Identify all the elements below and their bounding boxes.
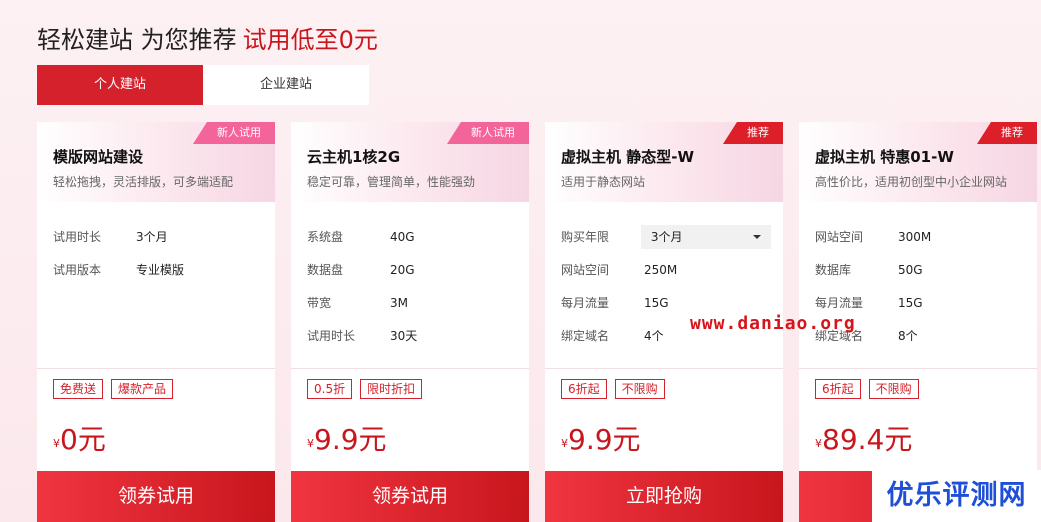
card-header: 新人试用 云主机1核2G 稳定可靠，管理简单，性能强劲 [291, 122, 529, 202]
currency-symbol: ¥ [53, 437, 60, 450]
tag-list: 6折起 不限购 [561, 379, 665, 399]
card-divider [37, 368, 275, 369]
tab-enterprise-site[interactable]: 企业建站 [203, 65, 369, 105]
price-value: 0元 [60, 423, 106, 456]
spec-label: 试用版本 [53, 263, 102, 277]
card-title: 虚拟主机 特惠01-W [815, 148, 954, 166]
product-card-template-site: 新人试用 模版网站建设 轻松拖拽，灵活排版，可多端适配 试用时长 3个月 试用版… [37, 122, 275, 522]
spec-label: 系统盘 [307, 230, 344, 244]
spec-row: 网站空间 300M [815, 220, 1025, 253]
spec-value: 15G [644, 295, 669, 310]
spec-label: 购买年限 [561, 230, 610, 244]
card-title: 模版网站建设 [53, 148, 144, 166]
spec-value: 3M [390, 295, 408, 310]
buy-now-button[interactable]: 立即抢购 [545, 471, 783, 522]
promo-tag: 不限购 [614, 379, 665, 399]
card-title: 虚拟主机 静态型-W [561, 148, 694, 166]
spec-label: 数据库 [815, 263, 852, 277]
corner-badge: 新人试用 [447, 122, 529, 144]
card-description: 高性价比，适用初创型中小企业网站 [815, 175, 1008, 189]
spec-value: 50G [898, 262, 923, 277]
tag-list: 0.5折 限时折扣 [307, 379, 423, 399]
headline-main: 轻松建站 为您推荐 [37, 26, 237, 54]
spec-value: 300M [898, 229, 932, 244]
tag-list: 6折起 不限购 [815, 379, 919, 399]
card-description: 轻松拖拽，灵活排版，可多端适配 [53, 175, 234, 189]
headline-highlight: 试用低至0元 [242, 26, 378, 54]
spec-value: 专业模版 [136, 263, 185, 277]
corner-badge: 推荐 [977, 122, 1037, 144]
promo-tag: 不限购 [868, 379, 919, 399]
promo-tag: 6折起 [815, 379, 861, 399]
page-headline: 轻松建站 为您推荐 试用低至0元 [37, 20, 378, 55]
spec-label: 试用时长 [53, 230, 102, 244]
spec-row: 数据库 50G [815, 253, 1025, 286]
price-value: 9.9元 [314, 423, 387, 456]
spec-list: 试用时长 3个月 试用版本 专业模版 [53, 220, 263, 286]
spec-label: 每月流量 [561, 296, 610, 310]
card-header: 推荐 虚拟主机 静态型-W 适用于静态网站 [545, 122, 783, 202]
card-description: 稳定可靠，管理简单，性能强劲 [307, 175, 476, 189]
spec-row: 试用时长 3个月 [53, 220, 263, 253]
claim-trial-button[interactable]: 领券试用 [37, 471, 275, 522]
corner-badge: 新人试用 [193, 122, 275, 144]
price-value: 9.9元 [568, 423, 641, 456]
spec-value: 4个 [644, 329, 664, 343]
spec-label: 数据盘 [307, 263, 344, 277]
spec-value: 3个月 [136, 230, 168, 244]
spec-label: 绑定域名 [561, 329, 610, 343]
spec-row: 购买年限 3个月 [561, 220, 771, 253]
select-value: 3个月 [650, 230, 683, 244]
spec-value: 15G [898, 295, 923, 310]
card-header: 新人试用 模版网站建设 轻松拖拽，灵活排版，可多端适配 [37, 122, 275, 202]
spec-label: 试用时长 [307, 329, 356, 343]
price: ¥0元 [53, 418, 106, 458]
currency-symbol: ¥ [815, 437, 822, 450]
currency-symbol: ¥ [561, 437, 568, 450]
spec-value: 40G [390, 229, 415, 244]
tab-bar: 个人建站 企业建站 [37, 65, 369, 105]
promo-tag: 爆款产品 [111, 379, 174, 399]
price: ¥9.9元 [307, 418, 387, 458]
watermark-text: www.daniao.org [690, 313, 856, 334]
spec-row: 数据盘 20G [307, 253, 517, 286]
price: ¥9.9元 [561, 418, 641, 458]
spec-value: 250M [644, 262, 678, 277]
spec-label: 带宽 [307, 296, 332, 310]
promo-tag: 免费送 [53, 379, 104, 399]
spec-label: 网站空间 [815, 230, 864, 244]
tab-personal-site[interactable]: 个人建站 [37, 65, 203, 105]
card-divider [291, 368, 529, 369]
site-logo: 优乐评测网 [872, 470, 1041, 522]
spec-row: 网站空间 250M [561, 253, 771, 286]
promo-tag: 限时折扣 [360, 379, 423, 399]
product-card-cloud-host: 新人试用 云主机1核2G 稳定可靠，管理简单，性能强劲 系统盘 40G 数据盘 … [291, 122, 529, 522]
corner-badge: 推荐 [723, 122, 783, 144]
card-divider [545, 368, 783, 369]
price-value: 89.4元 [822, 423, 913, 456]
card-description: 适用于静态网站 [561, 175, 646, 189]
spec-value: 30天 [390, 329, 418, 343]
card-divider [799, 368, 1037, 369]
spec-row: 系统盘 40G [307, 220, 517, 253]
promo-tag: 0.5折 [307, 379, 353, 399]
spec-row: 带宽 3M [307, 286, 517, 319]
card-title: 云主机1核2G [307, 148, 401, 166]
price: ¥89.4元 [815, 418, 912, 458]
spec-list: 系统盘 40G 数据盘 20G 带宽 3M 试用时长 30天 [307, 220, 517, 352]
tag-list: 免费送 爆款产品 [53, 379, 174, 399]
promo-tag: 6折起 [561, 379, 607, 399]
purchase-term-select[interactable]: 3个月 [640, 224, 771, 249]
spec-value: 8个 [898, 329, 918, 343]
claim-trial-button[interactable]: 领券试用 [291, 471, 529, 522]
spec-value: 20G [390, 262, 415, 277]
spec-row: 试用版本 专业模版 [53, 253, 263, 286]
card-header: 推荐 虚拟主机 特惠01-W 高性价比，适用初创型中小企业网站 [799, 122, 1037, 202]
spec-row: 试用时长 30天 [307, 319, 517, 352]
spec-label: 网站空间 [561, 263, 610, 277]
spec-label: 每月流量 [815, 296, 864, 310]
currency-symbol: ¥ [307, 437, 314, 450]
chevron-down-icon [753, 234, 761, 239]
